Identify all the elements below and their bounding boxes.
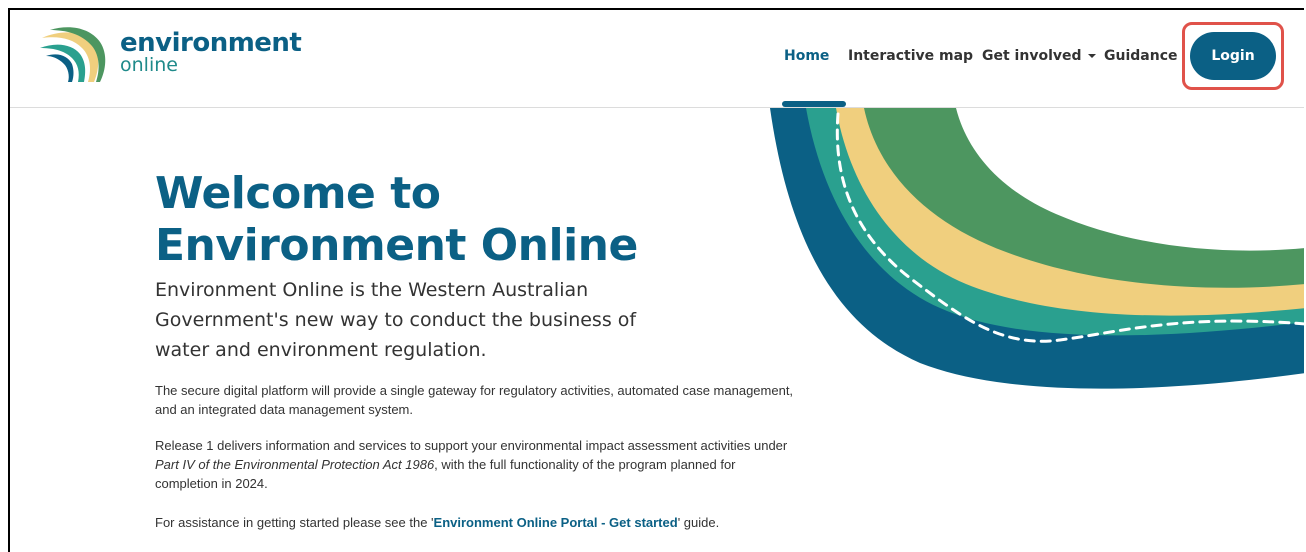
intro-paragraph-2: Release 1 delivers information and servi… [155,436,795,493]
nav-home[interactable]: Home [784,48,829,64]
logo-subname[interactable]: online [120,54,178,76]
act-name: Part IV of the Environmental Protection … [155,457,435,472]
paragraph-3-text-end: ' guide. [677,515,720,530]
paragraph-3-text-start: For assistance in getting started please… [155,515,434,530]
environment-online-logo-icon[interactable] [40,24,110,82]
get-started-guide-link[interactable]: Environment Online Portal - Get started [434,515,678,530]
nav-guidance[interactable]: Guidance [1104,48,1178,64]
nav-interactive-map[interactable]: Interactive map [848,48,973,64]
intro-paragraph-1: The secure digital platform will provide… [155,383,794,417]
nav-get-involved-label: Get involved [982,48,1082,64]
chevron-down-icon [1087,54,1096,58]
active-nav-indicator [782,101,846,107]
login-button[interactable]: Login [1190,32,1276,80]
page-title: Welcome to Environment Online [155,168,755,272]
page-title-line-1: Welcome to [155,168,441,219]
intro-paragraph-3: For assistance in getting started please… [155,513,795,532]
lead-paragraph: Environment Online is the Western Austra… [155,279,637,361]
site-header: environment online Home Interactive map … [10,10,1304,108]
paragraph-2-text-start: Release 1 delivers information and servi… [155,438,788,453]
page-title-line-2: Environment Online [155,220,638,271]
hero-wave-illustration [770,108,1304,389]
browser-viewport: environment online Home Interactive map … [8,8,1304,552]
nav-get-involved[interactable]: Get involved [982,48,1096,64]
